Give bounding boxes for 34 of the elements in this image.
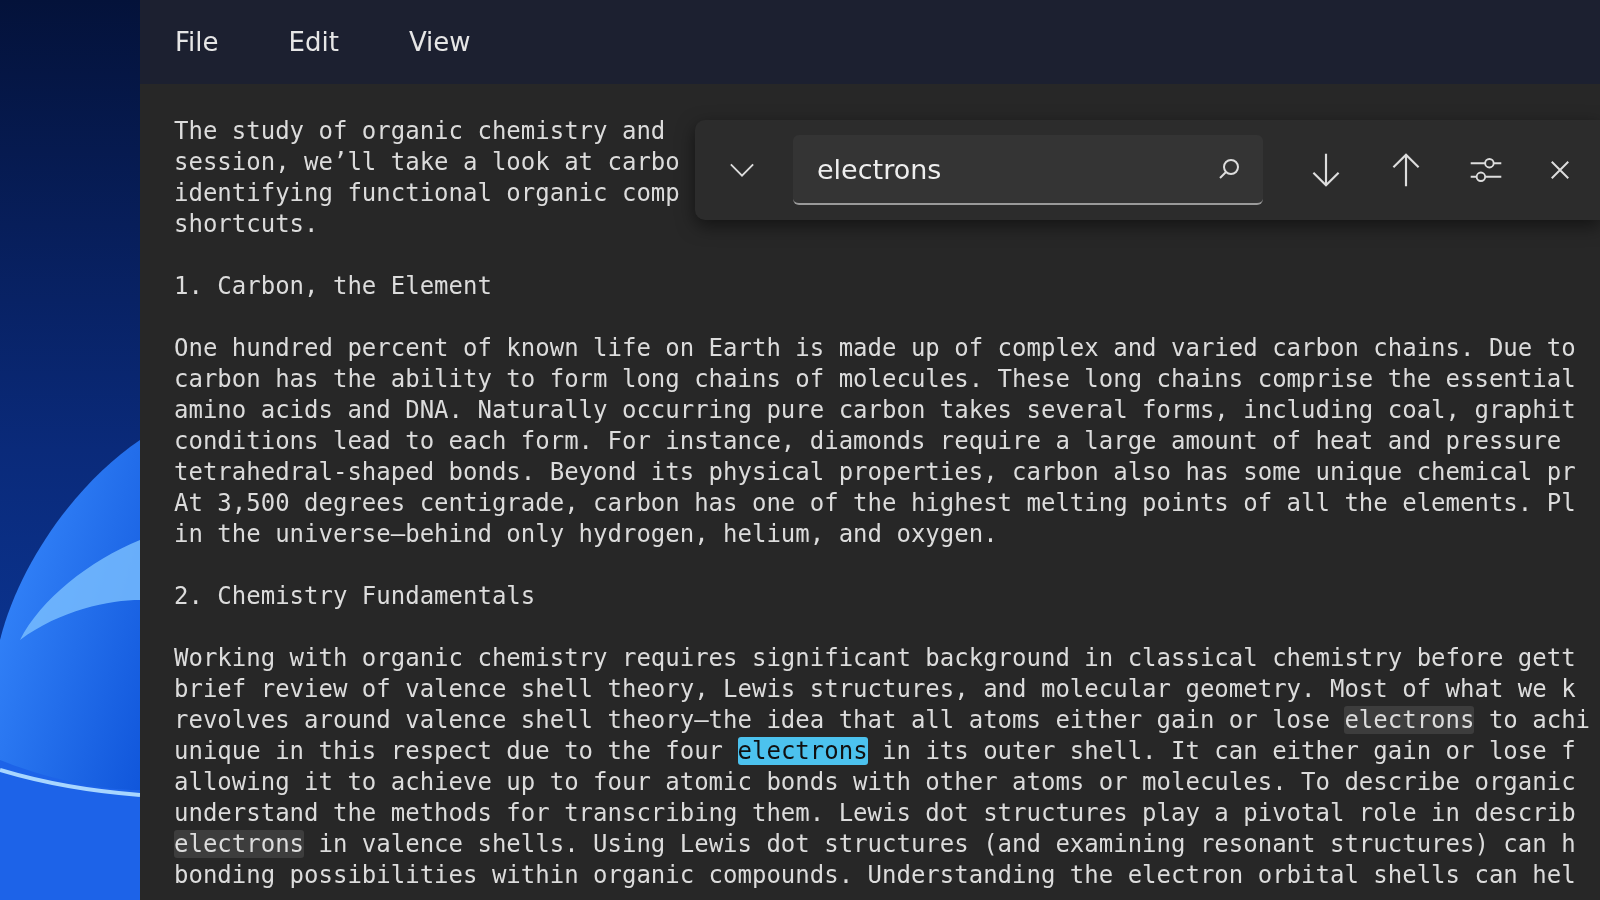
current-search-match: electrons [737, 737, 868, 765]
text-line: session, we’ll take a look at carbo [174, 148, 680, 176]
text-line: revolves around valence shell theory—the idea that all atoms either gain or lose [174, 706, 1331, 734]
text-line: At 3,500 degrees centigrade, carbon has one of the highest melting points of all the elements. Pl [174, 489, 1576, 517]
text-line: bonding possibilities within organic compounds. Understanding the electron orbital shells can hel [174, 861, 1576, 889]
text-line: 2. Chemistry Fundamentals [174, 582, 536, 610]
search-match: electrons [1344, 706, 1475, 734]
text-line: in the universe—behind only hydrogen, helium, and oxygen. [174, 520, 998, 548]
text-line: allowing it to achieve up to four atomic bonds with other atoms or molecules. To describe organic [174, 768, 1576, 796]
menu-item[interactable]: File [175, 21, 219, 63]
text-line: conditions lead to each form. For instance, diamonds require a large amount of heat and pressure [174, 427, 1562, 455]
search-field[interactable]: electrons [793, 135, 1263, 205]
text-line: 1. Carbon, the Element [174, 272, 492, 300]
text-line: One hundred percent of known life on Earth is made up of complex and varied carbon chains. Due to [174, 334, 1576, 362]
text-editor[interactable] [140, 84, 1600, 900]
text-line: brief review of valence shell theory, Lewis structures, and molecular geometry. Most of what we k [174, 675, 1576, 703]
text-line: to achi [1487, 706, 1591, 734]
text-line: tetrahedral-shaped bonds. Beyond its physical properties, carbon also has some unique chemical pr [174, 458, 1576, 486]
text-line: in valence shells. Using Lewis dot structures (and examining resonant structures) can h [317, 830, 1576, 858]
search-icon[interactable] [1217, 157, 1241, 181]
text-line: The study of organic chemistry and [174, 117, 666, 145]
close-icon[interactable] [1549, 159, 1571, 181]
text-line: unique in this respect due to the four [174, 737, 725, 765]
text-line: understand the methods for transcribing them. Lewis dot structures play a pivotal role in describ [174, 799, 1576, 827]
text-line: carbon has the ability to form long chains of molecules. These long chains comprise the essential [174, 365, 1576, 393]
chevron-down-icon[interactable] [729, 162, 755, 178]
menu-item[interactable]: Edit [288, 21, 339, 63]
text-line: Working with organic chemistry requires significant background in classical chemistry before gett [174, 644, 1576, 672]
menu-item[interactable]: View [408, 21, 471, 63]
search-match: electrons [174, 830, 305, 858]
text-line: shortcuts. [174, 210, 319, 238]
text-line: amino acids and DNA. Naturally occurring pure carbon takes several forms, including coal, graphit [174, 396, 1576, 424]
text-line: in its outer shell. It can either gain or lose f [881, 737, 1576, 765]
text-line: identifying functional organic comp [174, 179, 680, 207]
